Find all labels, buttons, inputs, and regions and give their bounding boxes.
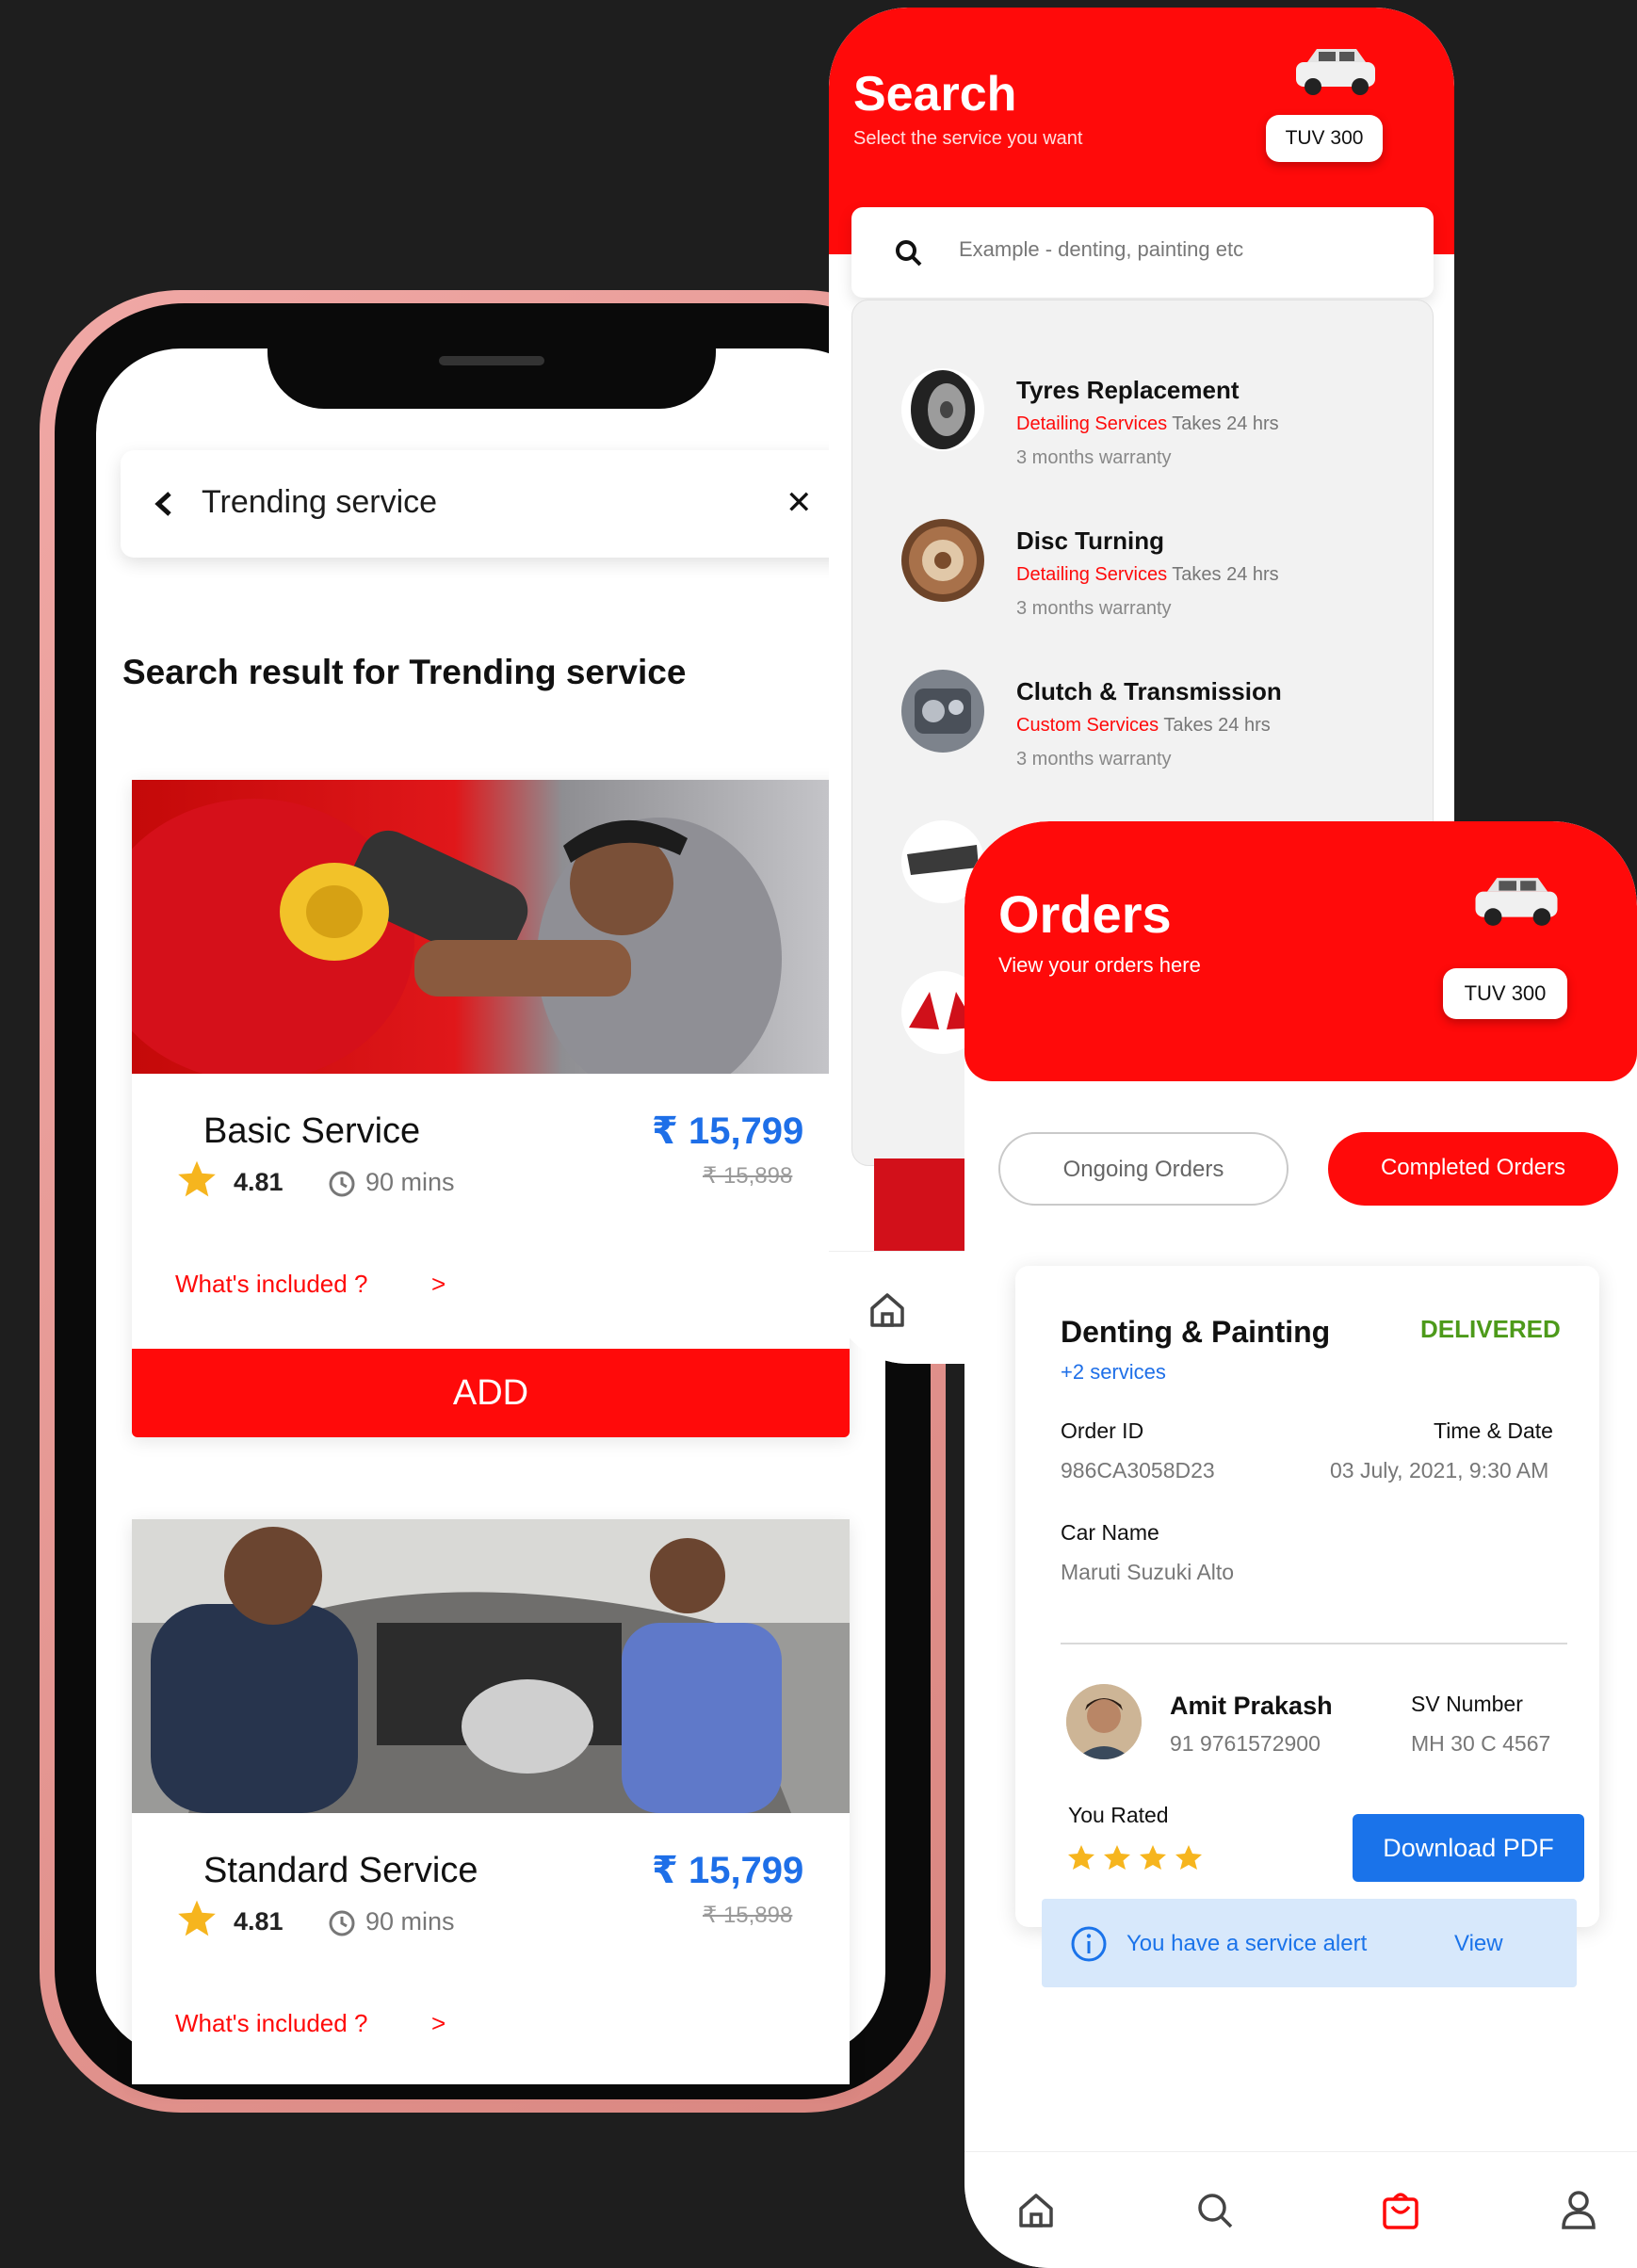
service-price: ₹ 15,799 — [652, 1850, 804, 1891]
orders-subtitle: View your orders here — [998, 953, 1201, 977]
car-badge[interactable]: TUV 300 — [1266, 115, 1383, 162]
you-rated-label: You Rated — [1068, 1803, 1169, 1827]
orders-screen: Orders View your orders here TUV 300 Ong… — [964, 821, 1637, 2268]
add-button[interactable]: ADD — [132, 1349, 850, 1437]
order-id: 986CA3058D23 — [1061, 1458, 1215, 1482]
tyre-icon — [901, 368, 984, 451]
car-icon — [1475, 878, 1558, 926]
avatar — [1066, 1684, 1142, 1759]
search-placeholder: Example - denting, painting etc — [959, 237, 1244, 261]
search-subtitle: Select the service you want — [853, 128, 1083, 149]
sv-number-label: SV Number — [1411, 1692, 1523, 1716]
service-rating: 4.81 — [234, 1168, 284, 1196]
clock-icon — [329, 1171, 355, 1197]
home-icon[interactable] — [867, 1289, 908, 1331]
person-name: Amit Prakash — [1170, 1692, 1333, 1720]
tab-ongoing-orders[interactable]: Ongoing Orders — [998, 1132, 1289, 1206]
service-item-meta: Detailing Services Takes 24 hrs — [1016, 413, 1279, 434]
service-duration: 90 mins — [365, 1907, 455, 1936]
orders-title: Orders — [998, 884, 1172, 944]
alert-text: You have a service alert — [1126, 1931, 1368, 1956]
service-item-title[interactable]: Disc Turning — [1016, 526, 1164, 556]
service-name: Standard Service — [203, 1851, 478, 1890]
star-icon — [1068, 1845, 1202, 1870]
sv-number: MH 30 C 4567 — [1411, 1731, 1551, 1756]
service-item-title[interactable]: Tyres Replacement — [1016, 376, 1240, 405]
service-item-meta: Detailing Services Takes 24 hrs — [1016, 564, 1279, 585]
alert-view-link[interactable]: View — [1454, 1931, 1503, 1957]
order-id-label: Order ID — [1061, 1418, 1144, 1443]
time-date-label: Time & Date — [1434, 1418, 1553, 1443]
car-icon — [1296, 49, 1375, 95]
order-time: 03 July, 2021, 9:30 AM — [1330, 1458, 1549, 1482]
clutch-icon — [901, 670, 984, 753]
order-card: Denting & Painting +2 services DELIVERED… — [1015, 1266, 1599, 1987]
order-extra-services[interactable]: +2 services — [1061, 1360, 1166, 1385]
bag-icon[interactable] — [1379, 2188, 1422, 2231]
service-price: ₹ 15,799 — [652, 1110, 804, 1152]
search-icon — [896, 240, 922, 267]
service-photo — [132, 780, 850, 1074]
star-icon — [178, 1900, 216, 1936]
car-badge[interactable]: TUV 300 — [1443, 968, 1567, 1019]
service-alert: You have a service alert View — [1042, 1899, 1577, 1987]
info-icon — [1071, 1926, 1107, 1962]
search-icon[interactable] — [1194, 2190, 1236, 2231]
search-peek-card — [874, 1158, 968, 1253]
service-old-price: ₹ 15,898 — [703, 1903, 793, 1928]
service-card: Standard Service ₹ 15,799 ₹ 15,898 4.81 … — [132, 1519, 850, 2084]
tab-completed-orders[interactable]: Completed Orders — [1328, 1132, 1618, 1206]
disc-icon — [901, 519, 984, 602]
service-item-title[interactable]: Clutch & Transmission — [1016, 677, 1282, 706]
trending-header: Trending service ✕ — [121, 450, 855, 558]
whats-included-link[interactable]: What's included ? — [175, 1270, 367, 1299]
whats-included-link[interactable]: What's included ? — [175, 2009, 367, 2038]
status-badge: DELIVERED — [1420, 1315, 1561, 1343]
rating-stars — [1068, 1844, 1219, 1879]
home-icon[interactable] — [1015, 2190, 1057, 2231]
service-photo — [132, 1519, 850, 1813]
service-item-warranty: 3 months warranty — [1016, 447, 1172, 468]
orders-header: Orders View your orders here TUV 300 — [964, 821, 1637, 1081]
person-phone: 91 9761572900 — [1170, 1731, 1321, 1756]
car-name-label: Car Name — [1061, 1520, 1159, 1545]
service-duration: 90 mins — [365, 1168, 455, 1196]
profile-icon[interactable] — [1558, 2188, 1599, 2231]
car-name: Maruti Suzuki Alto — [1061, 1560, 1235, 1584]
chevron-right-icon[interactable]: > — [431, 2009, 446, 2038]
download-pdf-button[interactable]: Download PDF — [1353, 1814, 1584, 1882]
chevron-right-icon[interactable]: > — [431, 1270, 446, 1299]
service-rating: 4.81 — [234, 1907, 284, 1936]
divider — [1061, 1643, 1567, 1644]
search-result-heading: Search result for Trending service — [122, 653, 687, 691]
service-card: Basic Service ₹ 15,799 ₹ 15,898 4.81 90 … — [132, 780, 850, 1437]
clock-icon — [329, 1910, 355, 1936]
chevron-left-icon[interactable] — [145, 480, 183, 527]
service-old-price: ₹ 15,898 — [703, 1163, 793, 1189]
order-service: Denting & Painting — [1061, 1315, 1331, 1349]
search-title: Search — [853, 67, 1017, 122]
trending-title: Trending service — [202, 484, 438, 520]
close-icon[interactable]: ✕ — [786, 484, 813, 522]
bottom-nav — [964, 2151, 1637, 2268]
star-icon — [178, 1160, 216, 1197]
search-input[interactable]: Example - denting, painting etc — [851, 207, 1434, 298]
phone-speaker — [439, 356, 544, 365]
service-item-meta: Custom Services Takes 24 hrs — [1016, 715, 1271, 736]
service-item-warranty: 3 months warranty — [1016, 749, 1172, 770]
service-item-warranty: 3 months warranty — [1016, 598, 1172, 619]
service-name: Basic Service — [203, 1111, 421, 1151]
